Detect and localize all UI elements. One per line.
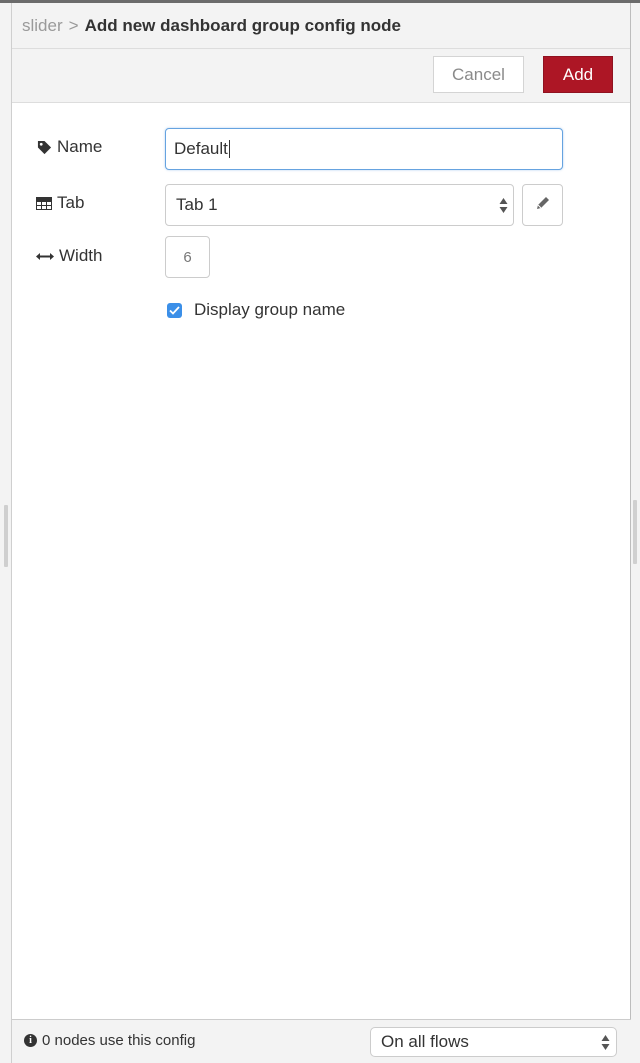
- tab-select-value: Tab 1: [176, 195, 218, 214]
- name-label-text: Name: [57, 137, 103, 156]
- name-input[interactable]: Default: [165, 128, 563, 170]
- name-input-value: Default: [174, 139, 228, 158]
- tray-header: slider > Add new dashboard group config …: [12, 3, 630, 49]
- arrows-h-icon: [36, 248, 54, 264]
- usage-text: 0 nodes use this config: [42, 1032, 196, 1049]
- tab-label: Tab: [36, 193, 84, 213]
- tray-toolbar: Cancel Add: [12, 49, 630, 103]
- text-caret: [228, 140, 230, 158]
- tray-title: Add new dashboard group config node: [84, 15, 401, 35]
- info-circle-icon: i: [24, 1034, 37, 1047]
- add-button[interactable]: Add: [543, 56, 613, 93]
- edit-tab-button[interactable]: [522, 184, 563, 226]
- name-label: Name: [36, 137, 102, 157]
- display-group-name-row: Display group name: [167, 300, 345, 320]
- usage-info: i 0 nodes use this config: [24, 1032, 195, 1049]
- tab-label-text: Tab: [57, 193, 85, 212]
- display-group-name-label: Display group name: [194, 300, 346, 319]
- tab-select[interactable]: Tab 1: [165, 184, 514, 226]
- width-size-button[interactable]: 6: [165, 236, 210, 278]
- scope-select-value: On all flows: [381, 1032, 469, 1051]
- select-arrows-icon: [499, 197, 508, 219]
- left-gutter: [0, 3, 12, 1063]
- breadcrumb-parent[interactable]: slider: [22, 16, 63, 36]
- edit-tray: slider > Add new dashboard group config …: [12, 3, 631, 1063]
- select-arrows-icon: [601, 1034, 610, 1056]
- config-form: Name Default Tab Tab 1 Width 6 Display g…: [12, 103, 630, 1019]
- tag-icon: [36, 139, 52, 155]
- width-label-text: Width: [59, 246, 103, 265]
- right-gutter: [631, 3, 640, 1063]
- scope-select[interactable]: On all flows: [370, 1027, 617, 1057]
- left-resize-handle[interactable]: [4, 505, 8, 567]
- table-icon: [36, 195, 52, 211]
- breadcrumb-separator: >: [68, 15, 79, 35]
- display-group-name-checkbox[interactable]: [167, 302, 182, 318]
- tray-footer: i 0 nodes use this config On all flows: [12, 1019, 631, 1063]
- cancel-button[interactable]: Cancel: [433, 56, 524, 93]
- pencil-icon: [536, 196, 550, 215]
- width-label: Width: [36, 246, 102, 266]
- right-resize-handle[interactable]: [633, 500, 637, 564]
